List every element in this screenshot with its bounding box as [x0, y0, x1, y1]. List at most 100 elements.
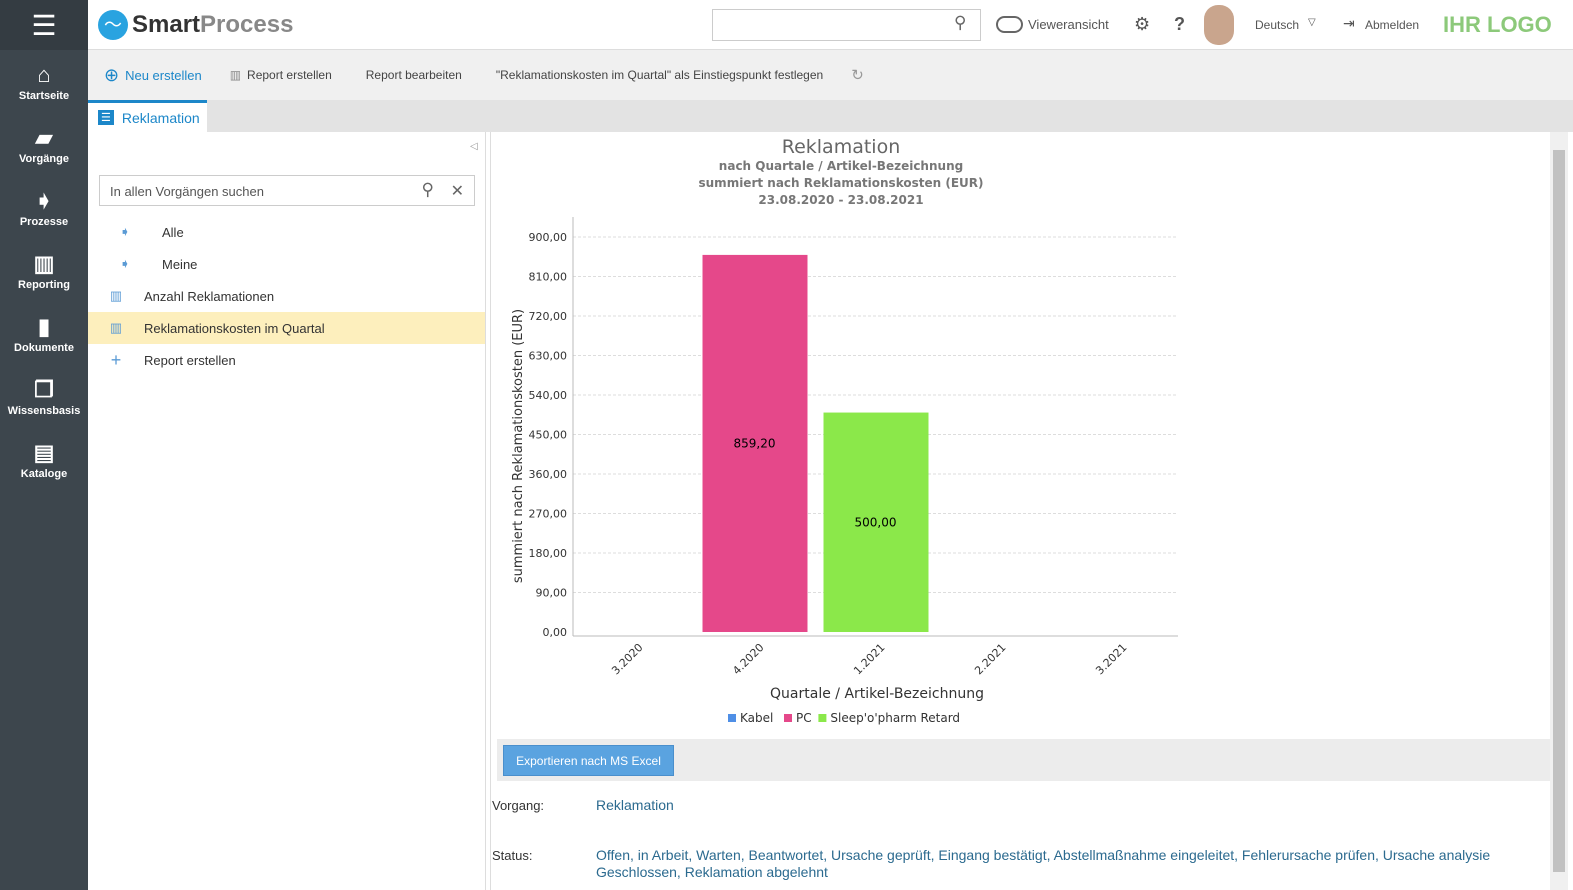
y-tick-label: 360,00: [529, 468, 568, 481]
list-item-alle[interactable]: ➧ Alle: [88, 216, 485, 248]
new-button[interactable]: Neu erstellen: [125, 68, 202, 83]
home-icon: ⌂: [37, 61, 51, 87]
sidebar-label: Reporting: [18, 278, 70, 291]
left-panel: ◁ In allen Vorgängen suchen ⚲ ✕ ➧ Alle ➧ M…: [88, 132, 486, 890]
y-tick-label: 0,00: [543, 626, 568, 639]
process-search-input[interactable]: In allen Vorgängen suchen ⚲ ✕: [99, 175, 475, 206]
sidebar-label: Vorgänge: [19, 152, 69, 165]
language-select[interactable]: Deutsch: [1255, 18, 1299, 32]
sidebar-label: Wissensbasis: [7, 404, 81, 417]
plus-icon: +: [110, 349, 122, 370]
list-item-kosten[interactable]: ▥ Reklamationskosten im Quartal: [88, 312, 485, 344]
x-axis-label: Quartale / Artikel-Bezeichnung: [770, 686, 984, 702]
y-tick-label: 720,00: [529, 310, 568, 323]
tag-icon: ➧: [119, 224, 131, 239]
y-axis-label: summiert nach Reklamationskosten (EUR): [511, 309, 526, 583]
data-label: 500,00: [855, 515, 897, 529]
header: 〜 SmartProcess ⚲ Vieweransicht ⚙ ? Deuts…: [88, 0, 1573, 50]
create-report-button[interactable]: Report erstellen: [247, 68, 332, 82]
sidebar-label: Dokumente: [14, 341, 74, 354]
global-search-input[interactable]: [712, 9, 981, 41]
sidebar-item-prozesse[interactable]: ➧ Prozesse: [0, 176, 88, 239]
sidebar: ☰ ⌂ Startseite ▰ Vorgänge ➧ Prozesse ▥ Repor…: [0, 0, 88, 890]
logo-text: Smart: [132, 11, 201, 38]
sidebar-item-wissensbasis[interactable]: ❐ Wissensbasis: [0, 365, 88, 428]
chevron-down-icon[interactable]: ▽: [1308, 17, 1316, 28]
toolbar: ⊕ Neu erstellen ▥ Report erstellen Repor…: [88, 50, 1573, 100]
gear-icon[interactable]: ⚙: [1134, 14, 1150, 35]
data-label: 859,20: [734, 436, 776, 450]
legend-swatch: [728, 714, 736, 722]
x-tick-label: 4.2020: [730, 641, 766, 677]
chart-subtitle: nach Quartale / Artikel-Bezeichnung: [719, 159, 963, 173]
plus-circle-icon: ⊕: [104, 64, 120, 85]
y-tick-label: 900,00: [529, 231, 568, 244]
bar-chart: Reklamation nach Quartale / Artikel-Beze…: [511, 136, 1178, 725]
search-icon[interactable]: ⚲: [954, 13, 966, 33]
report-panel: Reklamation nach Quartale / Artikel-Beze…: [490, 132, 1551, 890]
tag-icon: ➧: [119, 256, 131, 271]
tab-reklamation[interactable]: ☰ Reklamation: [88, 100, 207, 132]
viewer-toggle-label[interactable]: Vieweransicht: [1028, 17, 1109, 32]
list-item-label: Anzahl Reklamationen: [144, 288, 275, 304]
export-excel-button[interactable]: Exportieren nach MS Excel: [503, 745, 674, 776]
vorgang-link[interactable]: Reklamation: [596, 797, 674, 813]
y-tick-label: 630,00: [529, 350, 568, 363]
legend-swatch: [818, 714, 827, 722]
legend-entry: Kabel: [740, 711, 773, 725]
edit-report-button[interactable]: Report bearbeiten: [366, 68, 462, 82]
y-tick-label: 270,00: [529, 508, 568, 521]
help-icon[interactable]: ?: [1174, 14, 1185, 35]
logout-icon[interactable]: ⇥: [1343, 15, 1355, 32]
sidebar-item-vorgaenge[interactable]: ▰ Vorgänge: [0, 113, 88, 176]
collapse-icon[interactable]: ◁: [470, 141, 478, 152]
y-tick-label: 90,00: [536, 587, 568, 600]
legend-entry: Sleep'o'pharm Retard: [830, 711, 960, 725]
set-entry-point-button[interactable]: "Reklamationskosten im Quartal" als Eins…: [496, 68, 823, 82]
list-item-label: Reklamationskosten im Quartal: [144, 320, 325, 336]
sidebar-item-reporting[interactable]: ▥ Reporting: [0, 239, 88, 302]
chart-icon: ▥: [109, 288, 123, 303]
list-item-report-erstellen[interactable]: + Report erstellen: [88, 344, 485, 376]
legend-entry: PC: [796, 711, 812, 725]
list-item-label: Meine: [162, 256, 198, 272]
tab-bar: ☰ Reklamation: [88, 100, 1573, 132]
folder-icon: ▰: [35, 124, 53, 150]
close-icon[interactable]: ✕: [451, 181, 464, 201]
app-logo[interactable]: SmartProcess: [132, 11, 293, 39]
search-icon[interactable]: ⚲: [422, 180, 434, 200]
x-tick-label: 1.2021: [851, 641, 887, 677]
sidebar-item-dokumente[interactable]: ▮ Dokumente: [0, 302, 88, 365]
document-icon: ▮: [37, 313, 51, 339]
y-tick-label: 540,00: [529, 389, 568, 402]
x-tick-label: 3.2021: [1093, 641, 1129, 677]
list-item-anzahl[interactable]: ▥ Anzahl Reklamationen: [88, 280, 485, 312]
copy-icon: ❐: [34, 376, 54, 402]
menu-icon[interactable]: ☰: [0, 0, 88, 50]
list-item-meine[interactable]: ➧ Meine: [88, 248, 485, 280]
toggle-icon[interactable]: [996, 16, 1023, 33]
sidebar-label: Kataloge: [20, 467, 68, 480]
legend-swatch: [784, 714, 792, 722]
y-tick-label: 180,00: [529, 547, 568, 560]
scrollbar-thumb[interactable]: [1553, 150, 1565, 872]
logout-button[interactable]: Abmelden: [1365, 18, 1419, 32]
refresh-icon[interactable]: ↻: [851, 66, 864, 84]
status-label: Status:: [492, 848, 533, 863]
avatar[interactable]: [1204, 5, 1234, 45]
list-item-label: Alle: [162, 224, 184, 240]
search-placeholder: In allen Vorgängen suchen: [110, 184, 264, 199]
scrollbar[interactable]: [1550, 132, 1568, 890]
y-tick-label: 450,00: [529, 429, 568, 442]
sidebar-item-startseite[interactable]: ⌂ Startseite: [0, 50, 88, 113]
logo-icon: 〜: [98, 10, 128, 40]
tab-label: Reklamation: [121, 109, 200, 126]
chart-icon: ▥: [33, 250, 55, 276]
sidebar-item-kataloge[interactable]: ▤ Kataloge: [0, 428, 88, 491]
logo-text: Process: [200, 11, 294, 38]
sidebar-label: Startseite: [18, 89, 70, 102]
list-icon: ☰: [98, 110, 114, 125]
book-icon: ▤: [33, 439, 55, 465]
process-icon: ➧: [34, 187, 54, 213]
chart-title: Reklamation: [782, 136, 901, 158]
